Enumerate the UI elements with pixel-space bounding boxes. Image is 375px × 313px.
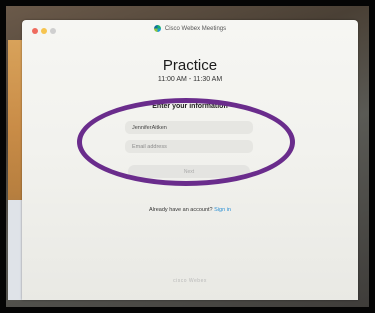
account-prompt: Already have an account? bbox=[149, 207, 213, 213]
sign-in-link[interactable]: Sign in bbox=[214, 207, 231, 213]
webex-logo-icon bbox=[153, 25, 161, 32]
next-button[interactable]: Next bbox=[128, 165, 250, 178]
meeting-title: Practice bbox=[162, 57, 218, 74]
name-field[interactable] bbox=[125, 121, 253, 134]
webex-window: Cisco Webex Meetings Practice 11:00 AM -… bbox=[22, 20, 358, 300]
account-prompt-row: Already have an account? Sign in bbox=[22, 207, 358, 213]
email-field[interactable] bbox=[125, 140, 253, 153]
cisco-webex-logo: cisco Webex bbox=[173, 278, 207, 284]
meeting-time: 11:00 AM - 11:30 AM bbox=[157, 76, 223, 83]
window-title-bar: Cisco Webex Meetings bbox=[22, 25, 358, 32]
window-title: Cisco Webex Meetings bbox=[164, 25, 227, 32]
form-heading: Enter your information bbox=[152, 103, 228, 110]
background-taskbar bbox=[8, 200, 22, 300]
